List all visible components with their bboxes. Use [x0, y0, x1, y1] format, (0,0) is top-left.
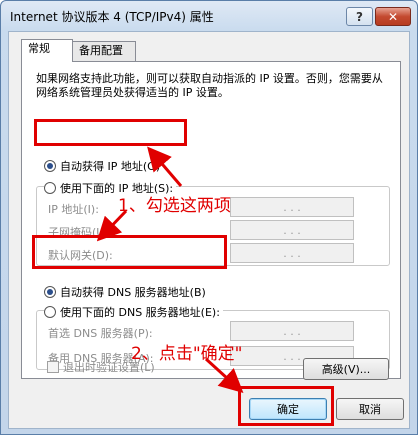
dns-auto-radio[interactable] [44, 286, 56, 298]
dns-auto-option[interactable]: 自动获得 DNS 服务器地址(B) [44, 284, 206, 300]
close-button[interactable]: ✕ [375, 7, 411, 26]
dns-manual-radio[interactable] [44, 306, 56, 318]
cancel-button[interactable]: 取消 [336, 398, 404, 420]
ip-auto-option[interactable]: 自动获得 IP 地址(O) [44, 158, 160, 174]
general-panel: 如果网络支持此功能，则可以获取自动指派的 IP 设置。否则，您需要从网络系统管理… [21, 61, 401, 379]
ip-address-input[interactable]: . . . [230, 197, 354, 217]
ip-auto-label: 自动获得 IP 地址(O) [60, 160, 161, 173]
ip-manual-radio[interactable] [44, 182, 56, 194]
preferred-dns-input[interactable]: . . . [230, 321, 354, 341]
title-bar: Internet 协议版本 4 (TCP/IPv4) 属性 ? ✕ [1, 1, 417, 31]
tab-general[interactable]: 常规 [21, 39, 73, 62]
description-text: 如果网络支持此功能，则可以获取自动指派的 IP 设置。否则，您需要从网络系统管理… [36, 72, 383, 99]
help-button[interactable]: ? [346, 7, 373, 26]
default-gateway-input[interactable]: . . . [230, 243, 354, 263]
subnet-mask-input[interactable]: . . . [230, 220, 354, 240]
close-icon: ✕ [387, 9, 399, 24]
tab-alternate-config[interactable]: 备用配置 [72, 41, 136, 61]
ip-auto-highlight [34, 119, 187, 146]
advanced-button[interactable]: 高级(V)... [303, 358, 389, 380]
ok-button-highlight [238, 386, 334, 426]
annotation-step-2: 2、点击"确定" [131, 344, 243, 364]
ip-address-label: IP 地址(I): [48, 203, 99, 216]
window-title: Internet 协议版本 4 (TCP/IPv4) 属性 [10, 10, 214, 24]
dns-manual-option[interactable]: 使用下面的 DNS 服务器地址(E): [44, 304, 223, 320]
dialog-client-area: 常规 备用配置 如果网络支持此功能，则可以获取自动指派的 IP 设置。否则，您需… [8, 31, 410, 429]
dns-manual-label: 使用下面的 DNS 服务器地址(E): [60, 306, 220, 319]
validate-settings-checkbox[interactable] [47, 361, 59, 373]
ip-auto-radio[interactable] [44, 160, 56, 172]
annotation-step-1: 1、勾选这两项 [118, 196, 231, 216]
dialog-window: Internet 协议版本 4 (TCP/IPv4) 属性 ? ✕ 常规 备用配… [0, 0, 418, 435]
dns-auto-highlight [32, 235, 227, 269]
dns-auto-label: 自动获得 DNS 服务器地址(B) [60, 286, 206, 299]
question-mark-icon: ? [356, 9, 363, 24]
